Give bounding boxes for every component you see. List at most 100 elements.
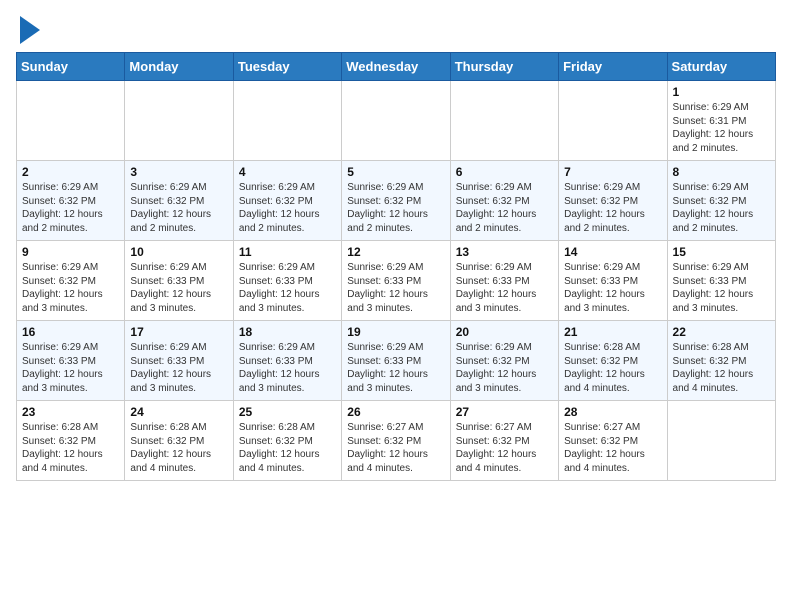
day-info: Sunrise: 6:29 AM Sunset: 6:33 PM Dayligh… xyxy=(130,341,227,395)
day-number: 15 xyxy=(673,245,770,259)
weekday-header-saturday: Saturday xyxy=(667,53,775,81)
day-number: 16 xyxy=(22,325,119,339)
day-number: 27 xyxy=(456,405,553,419)
day-info: Sunrise: 6:28 AM Sunset: 6:32 PM Dayligh… xyxy=(673,341,770,395)
day-info: Sunrise: 6:29 AM Sunset: 6:33 PM Dayligh… xyxy=(673,261,770,315)
calendar-cell: 22Sunrise: 6:28 AM Sunset: 6:32 PM Dayli… xyxy=(667,321,775,401)
calendar-cell: 16 Sunrise: 6:29 AM Sunset: 6:33 PM Dayli… xyxy=(17,321,125,401)
calendar-cell: 12 Sunrise: 6:29 AM Sunset: 6:33 PM Dayli… xyxy=(342,241,450,321)
calendar-week-row: 16 Sunrise: 6:29 AM Sunset: 6:33 PM Dayli… xyxy=(17,321,776,401)
day-number: 10 xyxy=(130,245,227,259)
calendar-cell: 2 Sunrise: 6:29 AM Sunset: 6:32 PM Daylig… xyxy=(17,161,125,241)
logo xyxy=(16,20,40,44)
day-number: 20 xyxy=(456,325,553,339)
logo-arrow-icon xyxy=(20,16,40,44)
day-number: 21 xyxy=(564,325,661,339)
day-number: 14 xyxy=(564,245,661,259)
calendar-week-row: 9 Sunrise: 6:29 AM Sunset: 6:32 PM Daylig… xyxy=(17,241,776,321)
calendar-cell xyxy=(17,81,125,161)
day-info: Sunrise: 6:29 AM Sunset: 6:32 PM Dayligh… xyxy=(347,181,444,235)
day-number: 19 xyxy=(347,325,444,339)
weekday-header-thursday: Thursday xyxy=(450,53,558,81)
day-number: 11 xyxy=(239,245,336,259)
day-info: Sunrise: 6:29 AM Sunset: 6:33 PM Dayligh… xyxy=(347,341,444,395)
day-info: Sunrise: 6:27 AM Sunset: 6:32 PM Dayligh… xyxy=(347,421,444,475)
calendar-week-row: 2 Sunrise: 6:29 AM Sunset: 6:32 PM Daylig… xyxy=(17,161,776,241)
day-number: 13 xyxy=(456,245,553,259)
weekday-header-sunday: Sunday xyxy=(17,53,125,81)
calendar-cell xyxy=(125,81,233,161)
day-info: Sunrise: 6:28 AM Sunset: 6:32 PM Dayligh… xyxy=(130,421,227,475)
day-number: 12 xyxy=(347,245,444,259)
calendar-cell: 7 Sunrise: 6:29 AM Sunset: 6:32 PM Daylig… xyxy=(559,161,667,241)
calendar-cell: 9 Sunrise: 6:29 AM Sunset: 6:32 PM Daylig… xyxy=(17,241,125,321)
calendar-cell: 8 Sunrise: 6:29 AM Sunset: 6:32 PM Daylig… xyxy=(667,161,775,241)
day-number: 23 xyxy=(22,405,119,419)
day-number: 25 xyxy=(239,405,336,419)
calendar-cell: 3 Sunrise: 6:29 AM Sunset: 6:32 PM Daylig… xyxy=(125,161,233,241)
calendar-cell xyxy=(450,81,558,161)
day-info: Sunrise: 6:29 AM Sunset: 6:33 PM Dayligh… xyxy=(22,341,119,395)
calendar-week-row: 23 Sunrise: 6:28 AM Sunset: 6:32 PM Dayli… xyxy=(17,401,776,481)
day-info: Sunrise: 6:29 AM Sunset: 6:33 PM Dayligh… xyxy=(239,341,336,395)
day-number: 1 xyxy=(673,85,770,99)
calendar-cell: 23Sunrise: 6:28 AM Sunset: 6:32 PM Dayli… xyxy=(17,401,125,481)
day-info: Sunrise: 6:29 AM Sunset: 6:33 PM Dayligh… xyxy=(130,261,227,315)
day-info: Sunrise: 6:29 AM Sunset: 6:32 PM Dayligh… xyxy=(22,261,119,315)
calendar-cell: 26 Sunrise: 6:27 AM Sunset: 6:32 PM Dayli… xyxy=(342,401,450,481)
weekday-header-monday: Monday xyxy=(125,53,233,81)
calendar-cell: 19 Sunrise: 6:29 AM Sunset: 6:33 PM Dayli… xyxy=(342,321,450,401)
calendar-cell: 18 Sunrise: 6:29 AM Sunset: 6:33 PM Dayli… xyxy=(233,321,341,401)
calendar-cell: 28 Sunrise: 6:27 AM Sunset: 6:32 PM Dayli… xyxy=(559,401,667,481)
day-number: 6 xyxy=(456,165,553,179)
day-number: 9 xyxy=(22,245,119,259)
calendar-header-row: SundayMondayTuesdayWednesdayThursdayFrid… xyxy=(17,53,776,81)
day-info: Sunrise: 6:29 AM Sunset: 6:32 PM Dayligh… xyxy=(456,341,553,395)
calendar-body: 1 Sunrise: 6:29 AM Sunset: 6:31 PM Daylig… xyxy=(17,81,776,481)
day-info: Sunrise: 6:29 AM Sunset: 6:31 PM Dayligh… xyxy=(673,101,770,155)
day-info: Sunrise: 6:29 AM Sunset: 6:33 PM Dayligh… xyxy=(239,261,336,315)
calendar-cell: 27 Sunrise: 6:27 AM Sunset: 6:32 PM Dayli… xyxy=(450,401,558,481)
calendar-cell: 11 Sunrise: 6:29 AM Sunset: 6:33 PM Dayli… xyxy=(233,241,341,321)
day-number: 26 xyxy=(347,405,444,419)
weekday-header-wednesday: Wednesday xyxy=(342,53,450,81)
day-info: Sunrise: 6:27 AM Sunset: 6:32 PM Dayligh… xyxy=(456,421,553,475)
day-info: Sunrise: 6:29 AM Sunset: 6:33 PM Dayligh… xyxy=(456,261,553,315)
calendar-cell: 14Sunrise: 6:29 AM Sunset: 6:33 PM Dayli… xyxy=(559,241,667,321)
calendar-cell: 21Sunrise: 6:28 AM Sunset: 6:32 PM Dayli… xyxy=(559,321,667,401)
day-info: Sunrise: 6:29 AM Sunset: 6:32 PM Dayligh… xyxy=(564,181,661,235)
day-number: 2 xyxy=(22,165,119,179)
page-header xyxy=(16,16,776,44)
calendar-cell: 13 Sunrise: 6:29 AM Sunset: 6:33 PM Dayli… xyxy=(450,241,558,321)
calendar-cell xyxy=(342,81,450,161)
calendar-cell: 20 Sunrise: 6:29 AM Sunset: 6:32 PM Dayli… xyxy=(450,321,558,401)
day-number: 28 xyxy=(564,405,661,419)
calendar-cell: 15 Sunrise: 6:29 AM Sunset: 6:33 PM Dayli… xyxy=(667,241,775,321)
day-number: 8 xyxy=(673,165,770,179)
calendar-cell xyxy=(233,81,341,161)
day-number: 18 xyxy=(239,325,336,339)
calendar-table: SundayMondayTuesdayWednesdayThursdayFrid… xyxy=(16,52,776,481)
calendar-cell: 5 Sunrise: 6:29 AM Sunset: 6:32 PM Daylig… xyxy=(342,161,450,241)
calendar-cell: 17 Sunrise: 6:29 AM Sunset: 6:33 PM Dayli… xyxy=(125,321,233,401)
day-number: 17 xyxy=(130,325,227,339)
calendar-cell: 24 Sunrise: 6:28 AM Sunset: 6:32 PM Dayli… xyxy=(125,401,233,481)
day-number: 4 xyxy=(239,165,336,179)
day-info: Sunrise: 6:29 AM Sunset: 6:33 PM Dayligh… xyxy=(347,261,444,315)
calendar-week-row: 1 Sunrise: 6:29 AM Sunset: 6:31 PM Daylig… xyxy=(17,81,776,161)
calendar-cell: 6 Sunrise: 6:29 AM Sunset: 6:32 PM Daylig… xyxy=(450,161,558,241)
day-info: Sunrise: 6:29 AM Sunset: 6:32 PM Dayligh… xyxy=(239,181,336,235)
day-info: Sunrise: 6:29 AM Sunset: 6:32 PM Dayligh… xyxy=(130,181,227,235)
day-number: 3 xyxy=(130,165,227,179)
day-info: Sunrise: 6:29 AM Sunset: 6:32 PM Dayligh… xyxy=(673,181,770,235)
calendar-cell: 4 Sunrise: 6:29 AM Sunset: 6:32 PM Daylig… xyxy=(233,161,341,241)
calendar-cell: 1 Sunrise: 6:29 AM Sunset: 6:31 PM Daylig… xyxy=(667,81,775,161)
calendar-cell xyxy=(667,401,775,481)
day-number: 5 xyxy=(347,165,444,179)
day-info: Sunrise: 6:29 AM Sunset: 6:32 PM Dayligh… xyxy=(22,181,119,235)
day-info: Sunrise: 6:28 AM Sunset: 6:32 PM Dayligh… xyxy=(239,421,336,475)
day-number: 24 xyxy=(130,405,227,419)
day-info: Sunrise: 6:29 AM Sunset: 6:32 PM Dayligh… xyxy=(456,181,553,235)
day-info: Sunrise: 6:27 AM Sunset: 6:32 PM Dayligh… xyxy=(564,421,661,475)
day-number: 7 xyxy=(564,165,661,179)
